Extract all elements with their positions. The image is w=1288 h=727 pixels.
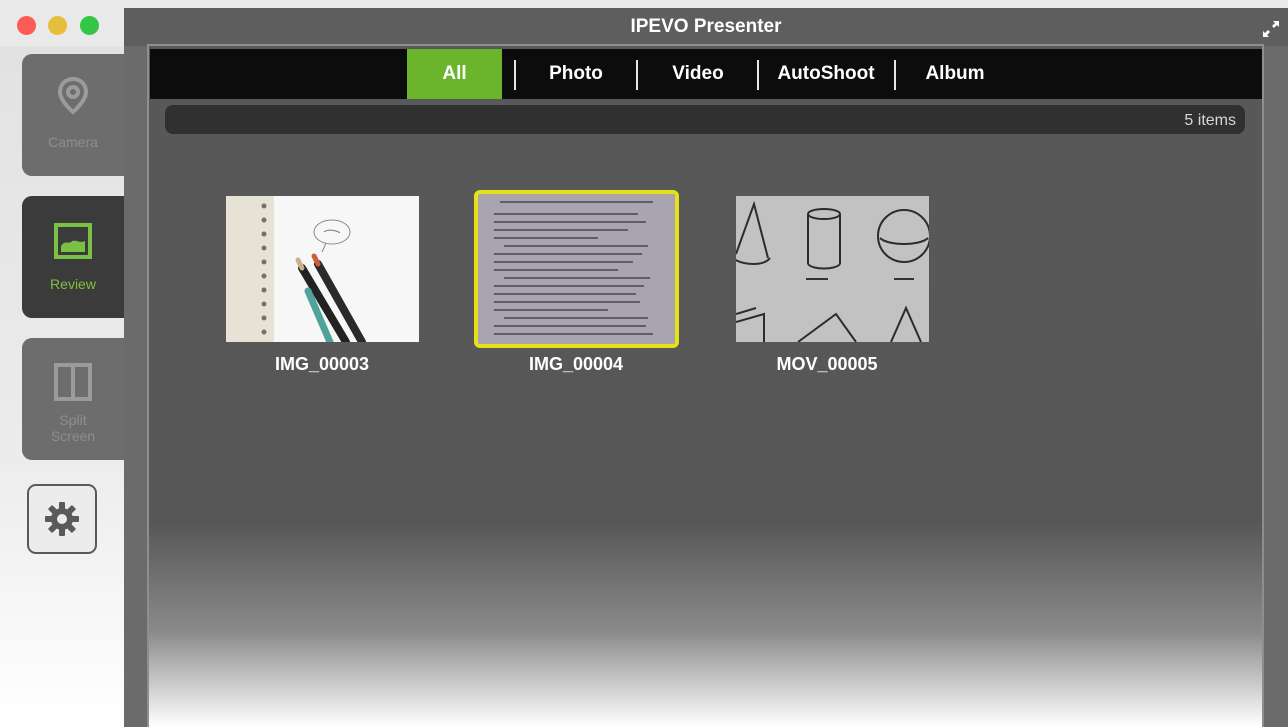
sidebar-item-camera[interactable]: Camera <box>22 54 124 176</box>
tab-divider <box>514 60 516 90</box>
tab-photo[interactable]: Photo <box>528 49 624 99</box>
thumbnail-label: IMG_00004 <box>528 354 624 374</box>
shapes-video-image <box>736 196 929 342</box>
tab-divider <box>894 60 896 90</box>
minimize-window-button[interactable] <box>48 16 67 35</box>
gear-icon <box>45 502 79 536</box>
location-pin-icon <box>57 76 89 115</box>
document-photo-image <box>478 194 675 344</box>
tab-divider <box>636 60 638 90</box>
thumbnail-img-00003[interactable] <box>226 196 419 342</box>
sidebar-item-label: Review <box>50 276 96 292</box>
thumbnail-mov-00005[interactable] <box>736 196 929 342</box>
item-count-bar <box>165 105 1245 134</box>
app-window: IPEVO Presenter Camera Review Split Scre… <box>0 0 1288 727</box>
item-count: 5 items <box>1184 112 1236 129</box>
sidebar-item-label: Camera <box>48 134 98 150</box>
close-window-button[interactable] <box>17 16 36 35</box>
sidebar-item-label: Split Screen <box>50 412 96 444</box>
fullscreen-icon[interactable] <box>1260 18 1282 40</box>
gallery-panel <box>147 44 1264 727</box>
sidebar-item-split-screen[interactable]: Split Screen <box>22 338 124 460</box>
thumbnail-label: IMG_00003 <box>274 354 370 374</box>
tab-autoshoot[interactable]: AutoShoot <box>764 49 888 99</box>
image-icon <box>54 223 92 259</box>
window-title: IPEVO Presenter <box>630 16 782 37</box>
tab-divider <box>757 60 759 90</box>
tab-video[interactable]: Video <box>650 49 746 99</box>
zoom-window-button[interactable] <box>80 16 99 35</box>
sidebar-item-review[interactable]: Review <box>22 196 124 318</box>
thumbnail-img-00004[interactable] <box>474 190 679 348</box>
thumbnail-label: MOV_00005 <box>776 354 878 374</box>
split-screen-icon <box>54 363 92 401</box>
settings-button[interactable] <box>27 484 97 554</box>
notebook-photo-image <box>226 196 419 342</box>
tab-album[interactable]: Album <box>910 49 1000 99</box>
tab-all[interactable]: All <box>407 49 502 99</box>
